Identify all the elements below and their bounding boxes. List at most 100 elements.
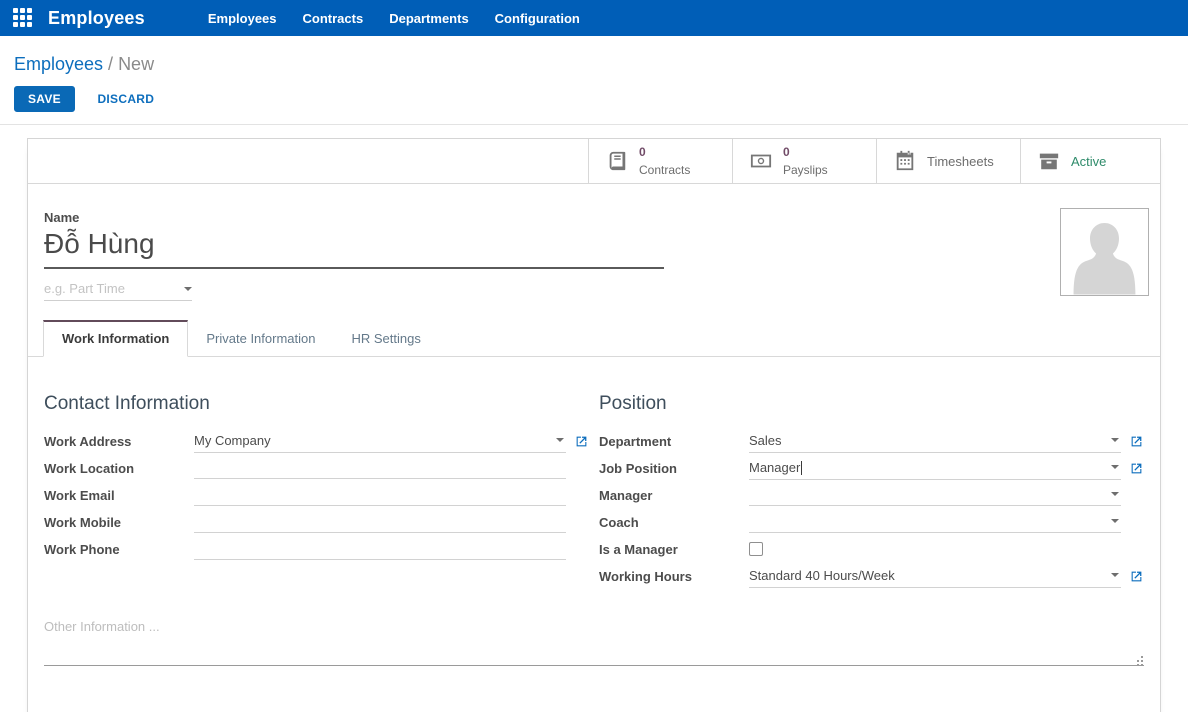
manager-input[interactable] — [749, 486, 1121, 506]
working-hours-value: Standard 40 Hours/Week — [749, 568, 1105, 583]
work-address-input[interactable]: My Company — [194, 431, 566, 453]
position-group: Position Department Sales Job Position M… — [599, 393, 1144, 590]
menu-item-departments[interactable]: Departments — [376, 1, 481, 36]
work-phone-label: Work Phone — [44, 542, 194, 557]
work-address-row: Work Address My Company — [44, 428, 589, 455]
menu-item-contracts[interactable]: Contracts — [290, 1, 377, 36]
work-phone-input[interactable] — [194, 540, 566, 560]
notes-section: Other Information ... — [44, 619, 1144, 666]
name-field-label: Name — [44, 210, 1144, 225]
department-row: Department Sales — [599, 428, 1144, 455]
menu-item-configuration[interactable]: Configuration — [482, 1, 593, 36]
job-position-input[interactable]: Manager — [749, 458, 1121, 480]
text-cursor — [801, 461, 802, 475]
work-phone-row: Work Phone — [44, 536, 589, 563]
coach-label: Coach — [599, 515, 749, 530]
app-brand[interactable]: Employees — [48, 8, 145, 29]
is-a-manager-checkbox[interactable] — [749, 542, 763, 556]
name-input[interactable]: Đỗ Hùng — [44, 225, 664, 269]
coach-input[interactable] — [749, 513, 1121, 533]
dropdown-caret-icon[interactable] — [1111, 519, 1119, 523]
manager-row: Manager — [599, 482, 1144, 509]
working-hours-label: Working Hours — [599, 569, 749, 584]
payslips-count: 0 — [783, 145, 790, 159]
tab-private-information[interactable]: Private Information — [188, 321, 333, 356]
department-label: Department — [599, 434, 749, 449]
external-link-icon[interactable] — [1130, 462, 1144, 476]
dropdown-caret-icon[interactable] — [1111, 438, 1119, 442]
department-input[interactable]: Sales — [749, 431, 1121, 453]
contact-information-title: Contact Information — [44, 393, 589, 415]
dropdown-caret-icon[interactable] — [556, 438, 564, 442]
external-link-icon[interactable] — [1130, 570, 1144, 584]
work-address-label: Work Address — [44, 434, 194, 449]
contracts-count: 0 — [639, 145, 646, 159]
discard-button[interactable]: DISCARD — [97, 92, 154, 106]
work-email-input[interactable] — [194, 486, 566, 506]
work-email-row: Work Email — [44, 482, 589, 509]
work-address-value: My Company — [194, 433, 550, 448]
payslips-stat-button[interactable]: 0 Payslips — [732, 139, 876, 183]
active-label: Active — [1071, 154, 1106, 169]
work-location-label: Work Location — [44, 461, 194, 476]
archive-icon — [1038, 150, 1060, 172]
main-menu: Employees Contracts Departments Configur… — [195, 1, 593, 36]
job-position-row: Job Position Manager — [599, 455, 1144, 482]
calendar-icon — [894, 150, 916, 172]
job-position-label: Job Position — [599, 461, 749, 476]
work-mobile-input[interactable] — [194, 513, 566, 533]
position-title: Position — [599, 393, 1144, 415]
money-icon — [750, 150, 772, 172]
person-silhouette-icon — [1061, 209, 1148, 295]
work-mobile-label: Work Mobile — [44, 515, 194, 530]
employee-tags-input[interactable]: e.g. Part Time — [44, 281, 192, 301]
resize-handle-icon[interactable] — [1136, 653, 1144, 663]
is-a-manager-row: Is a Manager — [599, 536, 1144, 563]
other-information-textarea[interactable]: Other Information ... — [44, 619, 1144, 666]
breadcrumb-separator: / — [108, 54, 113, 74]
timesheets-stat-button[interactable]: Timesheets — [876, 139, 1020, 183]
contracts-label: Contracts — [639, 163, 690, 177]
form-sheet: 0 Contracts 0 Payslips Timesheets Active — [27, 138, 1161, 712]
dropdown-caret-icon[interactable] — [1111, 573, 1119, 577]
employee-photo-placeholder[interactable] — [1060, 208, 1149, 296]
form-body: Name Đỗ Hùng e.g. Part Time Work Informa… — [28, 184, 1160, 712]
apps-grid-icon[interactable] — [13, 8, 33, 28]
book-icon — [606, 150, 628, 172]
control-panel: Employees/New SAVE DISCARD — [0, 36, 1188, 125]
top-navbar: Employees Employees Contracts Department… — [0, 0, 1188, 36]
work-location-input[interactable] — [194, 459, 566, 479]
breadcrumb-parent-link[interactable]: Employees — [14, 54, 103, 74]
work-information-tab-content: Contact Information Work Address My Comp… — [44, 357, 1144, 590]
active-toggle-button[interactable]: Active — [1020, 139, 1160, 183]
dropdown-caret-icon[interactable] — [1111, 492, 1119, 496]
tab-work-information[interactable]: Work Information — [43, 320, 188, 357]
dropdown-caret-icon — [184, 287, 192, 291]
save-button[interactable]: SAVE — [14, 86, 75, 112]
working-hours-row: Working Hours Standard 40 Hours/Week — [599, 563, 1144, 590]
coach-row: Coach — [599, 509, 1144, 536]
breadcrumb-current: New — [118, 54, 154, 74]
contact-information-group: Contact Information Work Address My Comp… — [44, 393, 589, 590]
other-information-placeholder: Other Information ... — [44, 619, 160, 634]
work-email-label: Work Email — [44, 488, 194, 503]
menu-item-employees[interactable]: Employees — [195, 1, 290, 36]
job-position-value: Manager — [749, 460, 800, 475]
external-link-icon[interactable] — [575, 435, 589, 449]
contracts-stat-button[interactable]: 0 Contracts — [588, 139, 732, 183]
department-value: Sales — [749, 433, 1105, 448]
employee-tags-placeholder: e.g. Part Time — [44, 281, 125, 296]
work-location-row: Work Location — [44, 455, 589, 482]
is-a-manager-label: Is a Manager — [599, 542, 749, 557]
external-link-icon[interactable] — [1130, 435, 1144, 449]
breadcrumb: Employees/New — [14, 54, 1188, 75]
stat-button-bar: 0 Contracts 0 Payslips Timesheets Active — [28, 139, 1160, 184]
notebook-tabs: Work Information Private Information HR … — [28, 320, 1160, 357]
manager-label: Manager — [599, 488, 749, 503]
tab-hr-settings[interactable]: HR Settings — [333, 321, 438, 356]
payslips-label: Payslips — [783, 163, 828, 177]
work-mobile-row: Work Mobile — [44, 509, 589, 536]
timesheets-label: Timesheets — [927, 154, 994, 169]
working-hours-input[interactable]: Standard 40 Hours/Week — [749, 566, 1121, 588]
dropdown-caret-icon[interactable] — [1111, 465, 1119, 469]
